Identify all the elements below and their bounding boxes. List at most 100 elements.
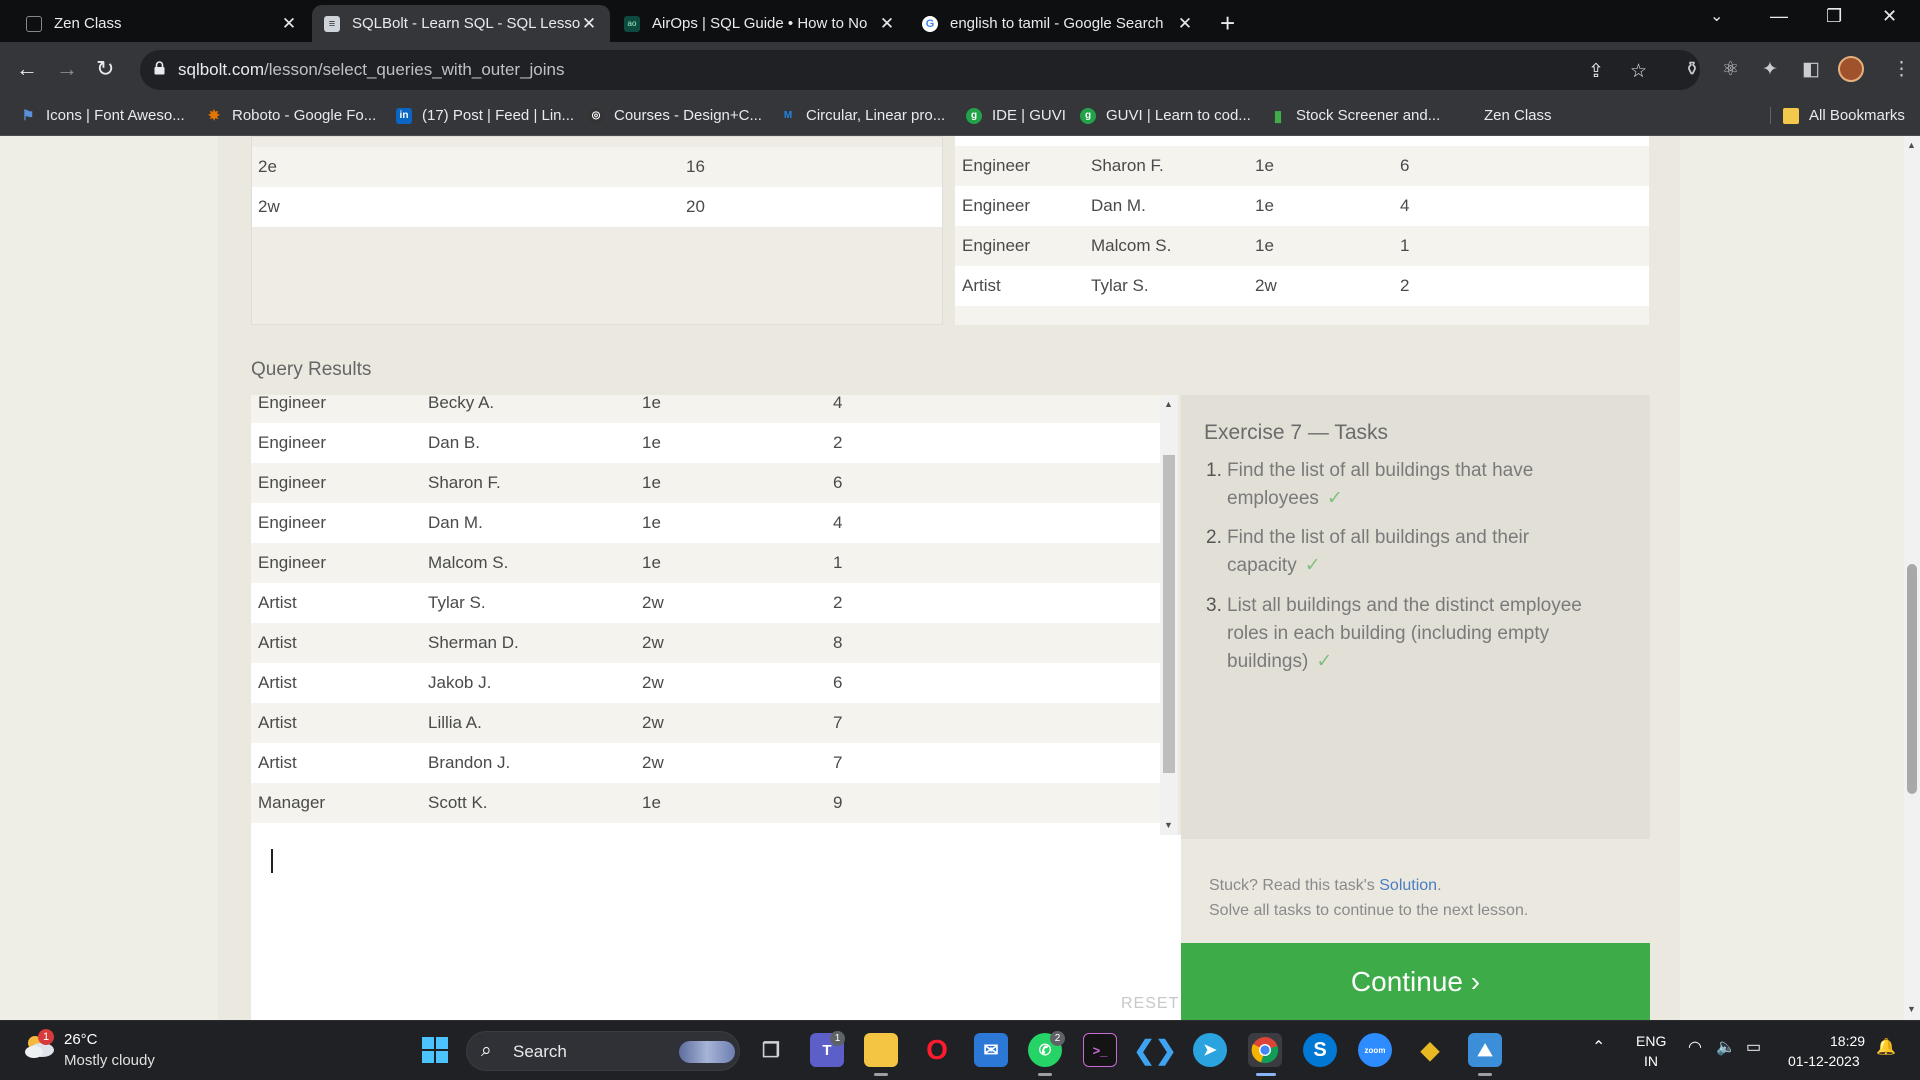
buildings-table: 2e 16 2w 20 (251, 136, 943, 325)
table-row: Engineer Dan M. 1e 4 (955, 186, 1649, 226)
chrome-icon[interactable] (1248, 1033, 1282, 1067)
guvi-icon: g (1080, 107, 1096, 124)
reload-icon[interactable]: ↻ (96, 56, 114, 82)
clock-date[interactable]: 01-12-2023 (1788, 1053, 1860, 1069)
bookmark-ide-guvi[interactable]: g IDE | GUVI (966, 107, 1066, 124)
minimize-icon[interactable]: — (1770, 6, 1788, 27)
google-fonts-icon: ✸ (208, 107, 220, 123)
mui-icon: M (783, 110, 793, 121)
telegram-icon[interactable]: ➤ (1193, 1033, 1227, 1067)
bookmark-stock-screener[interactable]: ▮ Stock Screener and... (1270, 107, 1440, 125)
table-row: Engineer Sharon F. 1e 6 (955, 146, 1649, 186)
sqlbolt-page: 2e 16 2w 20 Engineer Sharon F. 1e 6 Engi… (0, 136, 1904, 1020)
tab-zen-class[interactable]: Zen Class ✕ (14, 5, 310, 42)
checkmark-icon: ✓ (1316, 651, 1333, 672)
bookmark-guvi[interactable]: g GUVI | Learn to cod... (1080, 107, 1251, 124)
task-item: 3. List all buildings and the distinct e… (1206, 595, 1582, 672)
bookmark-roboto[interactable]: ✸ Roboto - Google Fo... (206, 107, 376, 124)
opera-icon[interactable]: O (920, 1033, 954, 1067)
vscode-icon[interactable]: ❮❯ (1133, 1033, 1177, 1067)
scroll-down-icon[interactable]: ▼ (1164, 820, 1173, 830)
react-devtools-icon[interactable]: ⚛ (1722, 58, 1739, 81)
volume-icon[interactable]: 🔈 (1716, 1037, 1736, 1057)
tab-title: SQLBolt - Learn SQL - SQL Lesso (352, 15, 580, 32)
close-tab-icon[interactable]: ✕ (878, 14, 896, 34)
new-tab-button[interactable]: + (1220, 8, 1235, 39)
forward-icon[interactable]: → (56, 56, 78, 82)
flag-icon: ⚑ (21, 107, 35, 123)
results-scrollbar[interactable]: ▲ ▼ (1160, 395, 1178, 835)
teams-badge: 1 (830, 1031, 845, 1046)
profile-avatar[interactable] (1838, 56, 1864, 82)
all-bookmarks[interactable]: All Bookmarks (1770, 107, 1905, 124)
continue-button[interactable]: Continue › (1181, 943, 1650, 1020)
bookmark-linkedin[interactable]: in (17) Post | Feed | Lin... (396, 107, 574, 124)
bookmark-zen-class[interactable]: Zen Class (1458, 107, 1552, 124)
wifi-icon[interactable]: ◠ (1688, 1037, 1702, 1057)
table-row: Engineer Dan B. 1e 2 (251, 423, 1160, 463)
terminal-icon[interactable]: >_ (1083, 1033, 1117, 1067)
tab-sqlbolt[interactable]: ≡ SQLBolt - Learn SQL - SQL Lesso ✕ (312, 5, 610, 42)
weather-description[interactable]: Mostly cloudy (64, 1052, 155, 1069)
bookmark-star-icon[interactable]: ☆ (1630, 60, 1647, 83)
search-highlight-icon (679, 1041, 735, 1063)
mail-icon[interactable]: ✉ (974, 1033, 1008, 1067)
scrollbar-thumb[interactable] (1907, 564, 1917, 794)
tab-airops[interactable]: ao AirOps | SQL Guide • How to No ✕ (612, 5, 908, 42)
airops-icon: ao (624, 15, 640, 32)
share-icon[interactable]: ⇪ (1588, 60, 1604, 83)
taskbar-search[interactable]: ⌕ Search (466, 1031, 740, 1071)
query-results-table[interactable]: Engineer Becky A. 1e 4 Engineer Dan B. 1… (251, 395, 1178, 835)
scroll-down-icon[interactable]: ▼ (1907, 1004, 1916, 1014)
table-row: 2e 16 (252, 147, 942, 187)
bookmark-circular[interactable]: M Circular, Linear pro... (780, 107, 945, 124)
weather-badge: 1 (38, 1029, 54, 1045)
dev-tool-icon[interactable]: ◆ (1413, 1033, 1447, 1067)
task-item: 2. Find the list of all buildings and th… (1206, 527, 1530, 576)
page-scrollbar[interactable]: ▲ ▼ (1904, 136, 1920, 1020)
extension-bottle-icon[interactable]: ⚱ (1684, 58, 1700, 81)
tab-google-search[interactable]: G english to tamil - Google Search ✕ (910, 5, 1206, 42)
whatsapp-badge: 2 (1050, 1031, 1065, 1046)
solution-link[interactable]: Solution (1379, 877, 1437, 894)
input-region[interactable]: IN (1644, 1053, 1658, 1069)
close-tab-icon[interactable]: ✕ (580, 14, 598, 34)
table-row: Engineer Becky A. 1e 4 (251, 395, 1160, 423)
employees-table: Engineer Sharon F. 1e 6 Engineer Dan M. … (955, 136, 1649, 325)
table-row: 2w 20 (252, 187, 942, 227)
tab-search-chevron-icon[interactable]: ⌄ (1710, 6, 1723, 26)
table-row: Artist Jakob J. 2w 6 (251, 663, 1160, 703)
close-tab-icon[interactable]: ✕ (1176, 14, 1194, 34)
bookmark-courses[interactable]: ◎ Courses - Design+C... (588, 107, 762, 124)
address-bar[interactable]: sqlbolt.com/lesson/select_queries_with_o… (140, 50, 1700, 90)
extensions-puzzle-icon[interactable]: ✦ (1762, 58, 1778, 81)
windows-start-icon[interactable] (418, 1033, 452, 1067)
chrome-menu-icon[interactable]: ⋮ (1892, 58, 1911, 81)
reset-button[interactable]: RESET (1121, 995, 1179, 1013)
table-row: Engineer Malcom S. 1e 1 (955, 226, 1649, 266)
restore-icon[interactable]: ❐ (1826, 6, 1842, 27)
sql-editor[interactable]: RESET (251, 835, 1181, 1020)
weather-temperature[interactable]: 26°C (64, 1031, 98, 1048)
battery-icon[interactable]: ▭ (1746, 1037, 1761, 1057)
scroll-up-icon[interactable]: ▲ (1164, 399, 1173, 409)
table-row: Artist Tylar S. 2w 2 (251, 583, 1160, 623)
notification-bell-icon[interactable]: 🔔 (1876, 1037, 1896, 1057)
clock-time[interactable]: 18:29 (1830, 1033, 1865, 1049)
side-panel-icon[interactable]: ◧ (1802, 58, 1820, 81)
task-view-icon[interactable]: ❐ (754, 1033, 788, 1067)
close-tab-icon[interactable]: ✕ (280, 14, 298, 34)
search-icon: ⌕ (481, 1040, 492, 1061)
zoom-icon[interactable]: zoom (1358, 1033, 1392, 1067)
scroll-up-icon[interactable]: ▲ (1907, 140, 1916, 150)
input-language[interactable]: ENG (1636, 1033, 1666, 1049)
show-hidden-icons-icon[interactable]: ⌃ (1592, 1037, 1605, 1057)
photos-icon[interactable]: ⛰ (1468, 1033, 1502, 1067)
back-icon[interactable]: ← (16, 56, 38, 82)
bookmark-font-awesome[interactable]: ⚑ Icons | Font Aweso... (20, 107, 185, 124)
close-window-icon[interactable]: ✕ (1882, 6, 1897, 27)
exercise-tasks-panel: Exercise 7 — Tasks 1. Find the list of a… (1181, 395, 1650, 839)
file-explorer-icon[interactable] (864, 1033, 898, 1067)
skype-icon[interactable]: S (1303, 1033, 1337, 1067)
scrollbar-thumb[interactable] (1163, 455, 1175, 773)
